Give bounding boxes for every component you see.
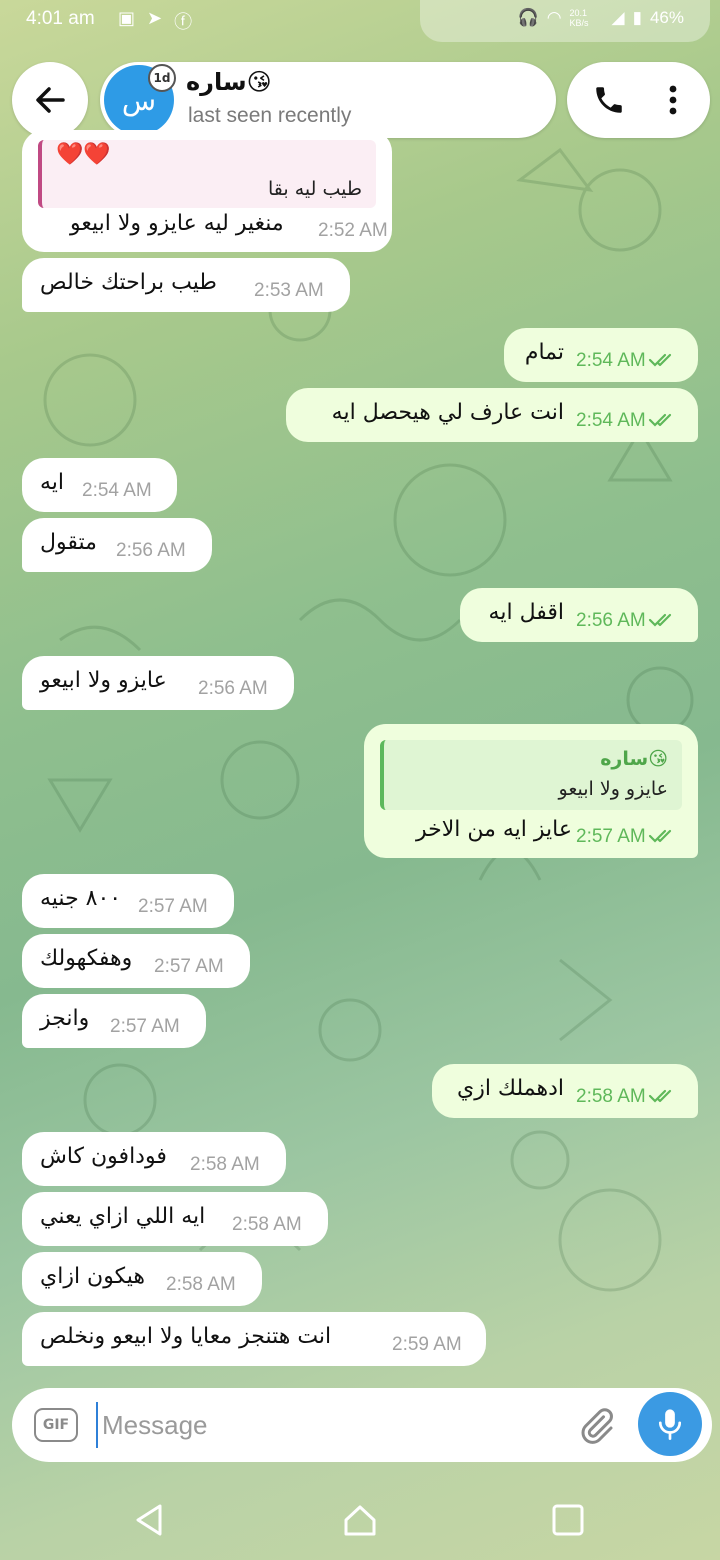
story-badge: 1d [148,64,176,92]
chat-header[interactable]: س 1d ساره😘 last seen recently [100,62,556,138]
incoming-message-bubble[interactable]: عايزو ولا ابيعو 2:56 AM [22,656,294,710]
message-text: ادهملك ازي [456,1076,564,1101]
gif-button[interactable]: GIF [34,1408,78,1442]
incoming-message-bubble[interactable]: متقول 2:56 AM [22,518,212,572]
reply-text: طيب ليه بقا [268,178,362,200]
status-time: 4:01 am [26,8,95,29]
status-bar: 4:01 am ▣ ➤ ⓕ 🎧 ◠ 20.1 KB/s ◢ ▮ 46% [0,0,720,44]
phone-icon [596,87,622,113]
message-timestamp: 2:58 AM [190,1154,260,1175]
back-button[interactable] [12,62,88,138]
outgoing-message-bubble[interactable]: انت عارف لي هيحصل ايه 2:54 AM [286,388,698,442]
signal-icon: ◢ [611,8,625,27]
nav-recents-icon[interactable] [548,1500,588,1540]
message-text: عايزو ولا ابيعو [40,668,167,693]
message-timestamp: 2:56 AM [116,540,186,561]
header-actions [567,62,710,138]
message-timestamp: 2:56 AM [198,678,268,699]
outgoing-message-bubble[interactable]: تمام 2:54 AM [504,328,698,382]
incoming-message-bubble[interactable]: طيب براحتك خالص 2:53 AM [22,258,350,312]
incoming-message-bubble[interactable]: هيكون ازاي 2:58 AM [22,1252,262,1306]
message-timestamp: 2:59 AM [392,1334,462,1355]
battery-percent: 46% [649,8,684,27]
nav-home-icon[interactable] [340,1500,380,1540]
wifi-icon: ◠ [546,8,562,27]
outgoing-message-bubble[interactable]: ساره😘 عايزو ولا ابيعو عايز ايه من الاخر 2:5… [364,724,698,858]
system-navigation-bar [0,1478,720,1560]
message-text: وهفكهولك [40,946,133,971]
message-input[interactable] [96,1402,566,1448]
message-timestamp: 2:58 AM [576,1086,646,1107]
read-checkmarks-icon [648,829,672,843]
message-text: متقول [40,530,97,555]
message-timestamp: 2:57 AM [110,1016,180,1037]
message-timestamp: 2:56 AM [576,610,646,631]
attach-icon[interactable] [576,1406,616,1446]
telegram-icon: ➤ [147,8,163,29]
message-timestamp: 2:58 AM [232,1214,302,1235]
microphone-icon [658,1409,682,1440]
message-text: عايز ايه من الاخر [415,817,572,842]
message-text: انت هتنجز معايا ولا ابيعو ونخلص [40,1324,332,1349]
incoming-message-bubble[interactable]: وهفكهولك 2:57 AM [22,934,250,988]
battery-icon: ▮ [632,8,642,27]
voice-record-button[interactable] [638,1392,702,1456]
read-checkmarks-icon [648,613,672,627]
message-timestamp: 2:54 AM [576,410,646,431]
more-vertical-icon [669,85,677,115]
message-text: فودافون كاش [40,1144,167,1169]
read-checkmarks-icon [648,413,672,427]
message-text: اقفل ايه [488,600,564,625]
incoming-message-bubble[interactable]: ٨٠٠ جنيه 2:57 AM [22,874,234,928]
message-timestamp: 2:57 AM [154,956,224,977]
message-text: هيكون ازاي [40,1264,145,1289]
more-options-button[interactable] [655,80,691,120]
outgoing-message-bubble[interactable]: ادهملك ازي 2:58 AM [432,1064,698,1118]
incoming-message-bubble[interactable]: ❤️❤️ طيب ليه بقا منغير ليه عايزو ولا ابيعو… [22,130,392,252]
reply-emoji: ❤️❤️ [56,142,111,167]
message-text: تمام [524,340,564,365]
incoming-message-bubble[interactable]: ايه اللي ازاي يعني 2:58 AM [22,1192,328,1246]
message-timestamp: 2:54 AM [82,480,152,501]
headphones-icon: 🎧 [517,8,539,27]
back-arrow-icon [36,87,65,113]
incoming-message-bubble[interactable]: وانجز 2:57 AM [22,994,206,1048]
incoming-message-bubble[interactable]: انت هتنجز معايا ولا ابيعو ونخلص 2:59 AM [22,1312,486,1366]
notification-icons: ▣ ➤ ⓕ [118,8,192,34]
reply-text: عايزو ولا ابيعو [558,778,668,800]
message-timestamp: 2:53 AM [254,280,324,301]
system-status: 🎧 ◠ 20.1 KB/s ◢ ▮ 46% [518,8,684,28]
chat-status: last seen recently [188,104,352,127]
message-timestamp: 2:57 AM [138,896,208,917]
message-text: منغير ليه عايزو ولا ابيعو [70,211,284,236]
gallery-icon: ▣ [118,8,136,29]
net-speed: 20.1 KB/s [569,8,589,28]
chat-title: ساره😘 [186,68,272,96]
message-timestamp: 2:54 AM [576,350,646,371]
message-text: ايه [40,470,65,495]
message-text: ايه اللي ازاي يعني [40,1204,206,1229]
incoming-message-bubble[interactable]: فودافون كاش 2:58 AM [22,1132,286,1186]
facebook-icon: ⓕ [174,12,193,33]
message-timestamp: 2:58 AM [166,1274,236,1295]
message-timestamp: 2:57 AM [576,826,646,847]
reply-author: ساره😘 [600,748,668,770]
message-composer: GIF [12,1388,712,1462]
message-text: ٨٠٠ جنيه [40,886,122,911]
outgoing-message-bubble[interactable]: اقفل ايه 2:56 AM [460,588,698,642]
nav-back-icon[interactable] [130,1500,170,1540]
reply-quote[interactable]: ❤️❤️ طيب ليه بقا [38,140,376,208]
incoming-message-bubble[interactable]: ايه 2:54 AM [22,458,177,512]
read-checkmarks-icon [648,1089,672,1103]
read-checkmarks-icon [648,353,672,367]
message-text: انت عارف لي هيحصل ايه [331,400,564,425]
message-text: وانجز [40,1006,90,1031]
call-button[interactable] [589,80,629,120]
message-text: طيب براحتك خالص [40,270,217,295]
reply-quote[interactable]: ساره😘 عايزو ولا ابيعو [380,740,682,810]
message-timestamp: 2:52 AM [318,220,388,241]
